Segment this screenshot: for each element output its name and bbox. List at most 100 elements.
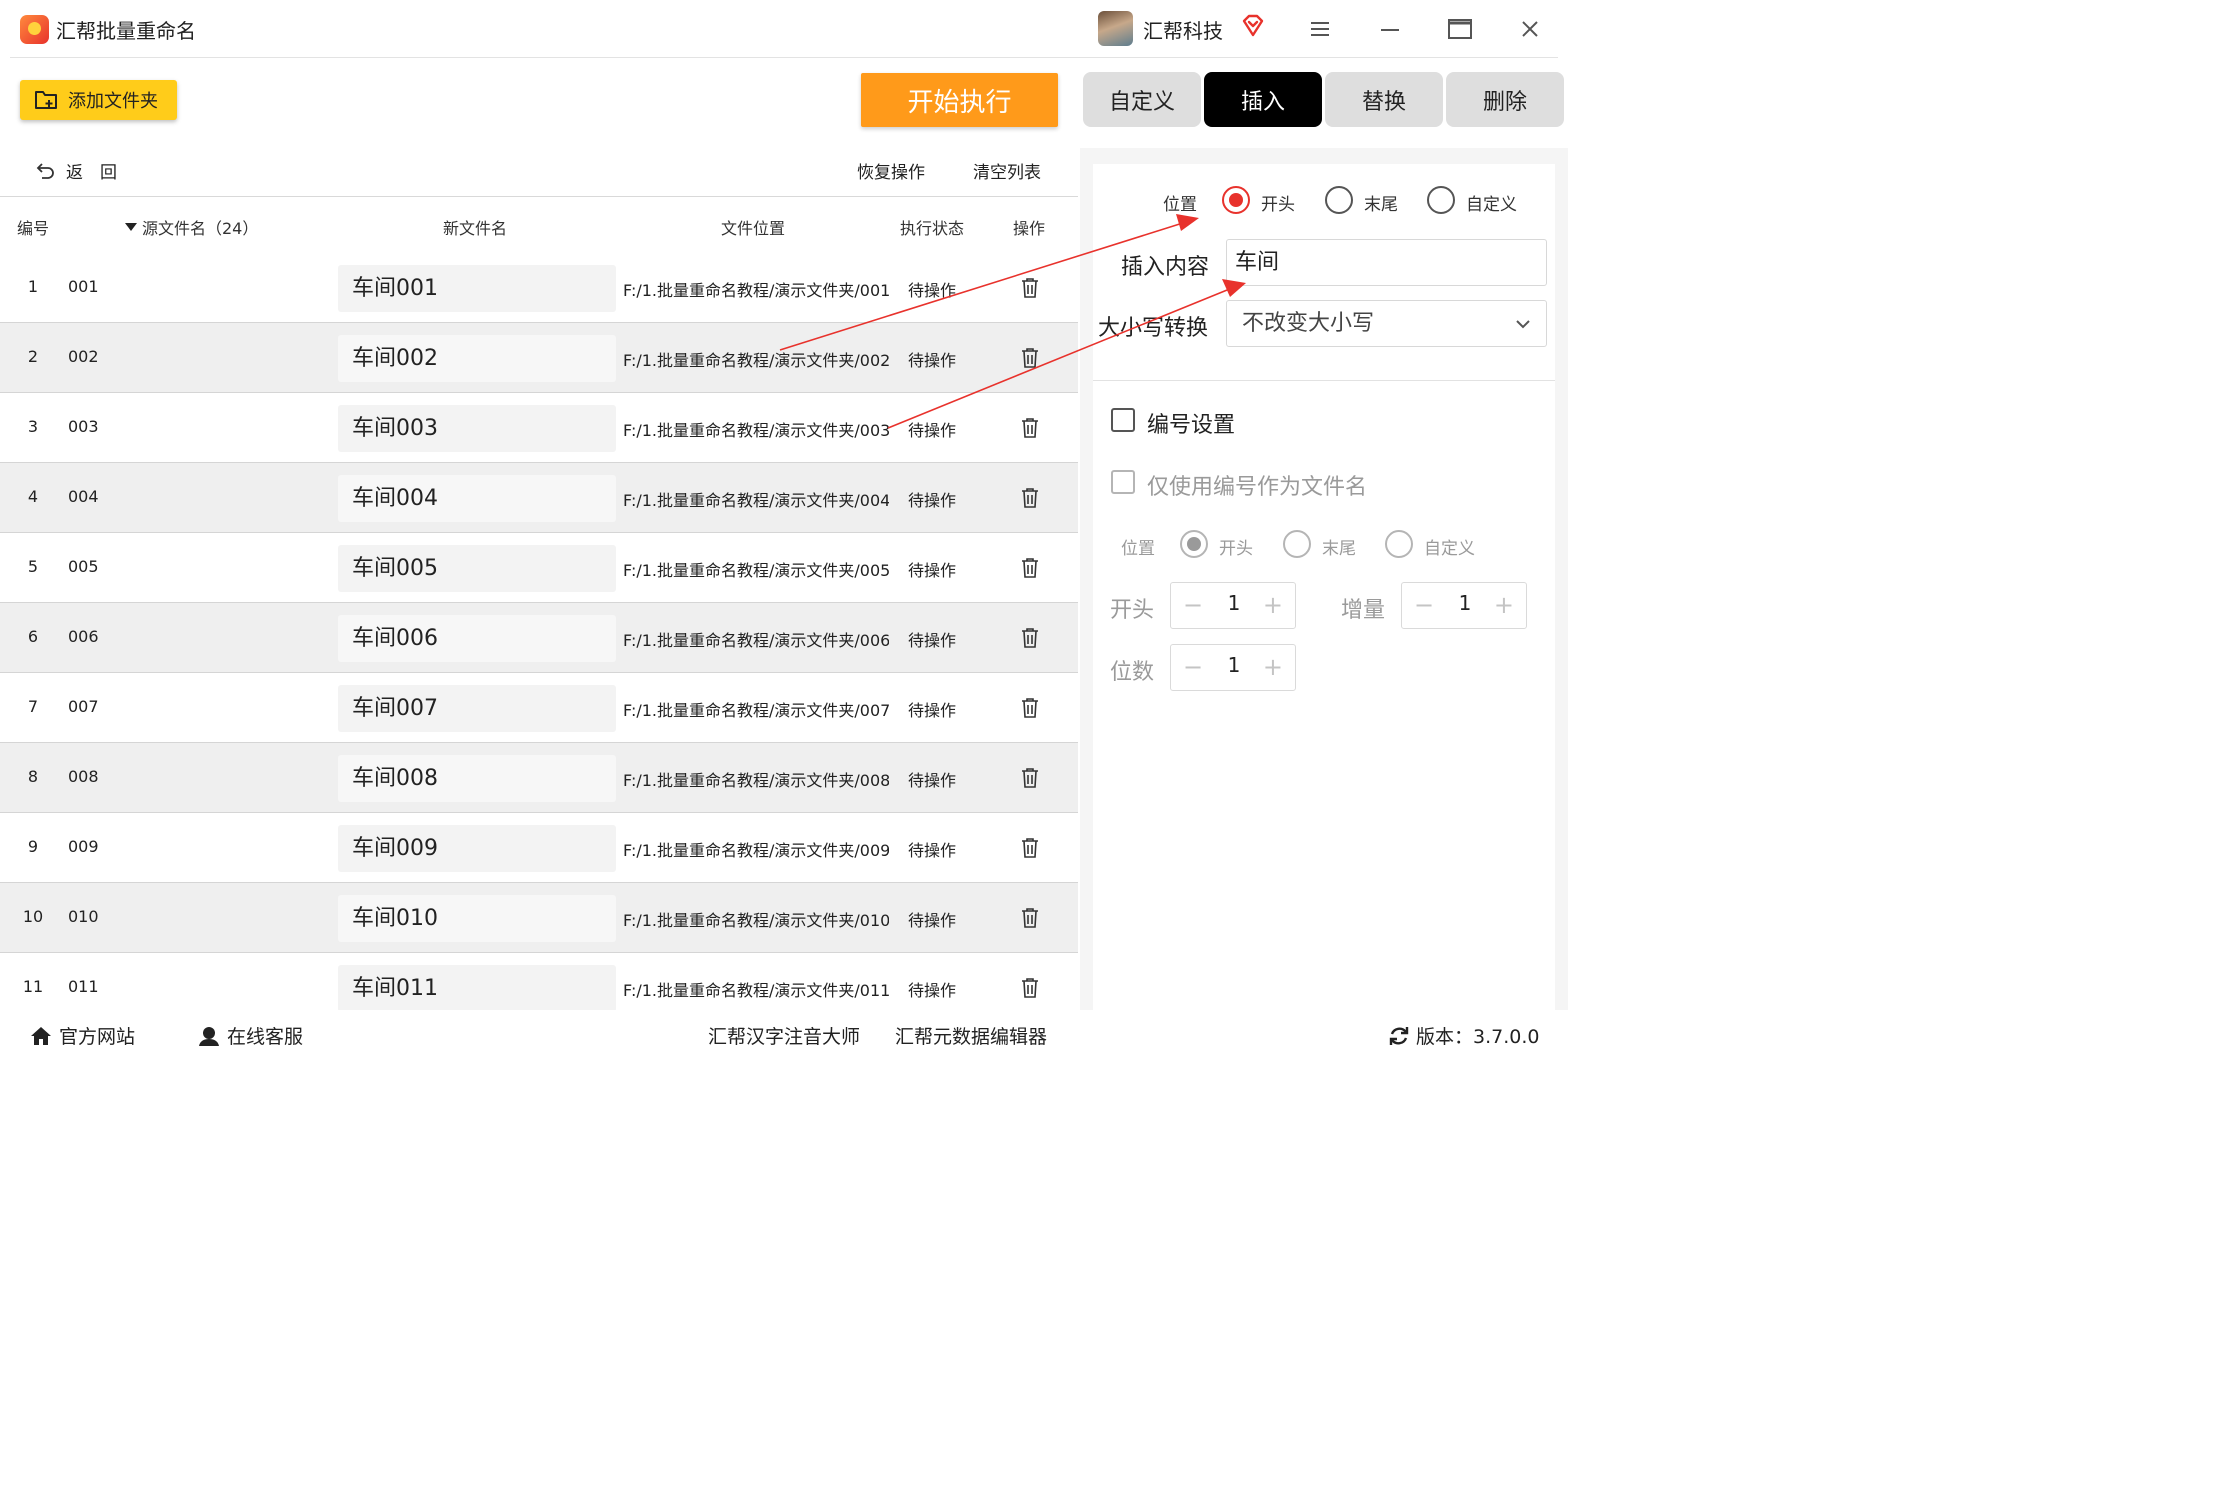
menu-icon[interactable] [1305, 14, 1335, 44]
table-row[interactable]: 11 011 车间011 F:/1.批量重命名教程/演示文件夹/011 待操作 [0, 953, 1078, 1010]
footer-bar: 官方网站 在线客服 汇帮汉字注音大师 汇帮元数据编辑器 版本：3.7.0.0 [0, 1010, 1568, 1056]
account-name[interactable]: 汇帮科技 [1143, 15, 1223, 44]
radio-position-start[interactable] [1222, 186, 1250, 214]
close-icon[interactable] [1515, 14, 1545, 44]
tab-custom[interactable]: 自定义 [1083, 72, 1201, 127]
row-status: 待操作 [908, 421, 957, 440]
numbering-radio-custom[interactable] [1385, 530, 1413, 558]
table-row[interactable]: 7 007 车间007 F:/1.批量重命名教程/演示文件夹/007 待操作 [0, 673, 1078, 743]
clear-list-button[interactable]: 清空列表 [973, 158, 1041, 183]
table-row[interactable]: 10 010 车间010 F:/1.批量重命名教程/演示文件夹/010 待操作 [0, 883, 1078, 953]
col-source[interactable]: 源文件名（24） [124, 215, 258, 239]
row-new-name[interactable]: 车间007 [338, 685, 616, 732]
numbering-radio-end-label: 末尾 [1322, 539, 1356, 559]
digits-stepper[interactable]: − 1 + [1170, 644, 1296, 691]
row-location: F:/1.批量重命名教程/演示文件夹/001 [623, 281, 889, 300]
row-new-name[interactable]: 车间006 [338, 615, 616, 662]
row-location: F:/1.批量重命名教程/演示文件夹/003 [623, 421, 889, 440]
trash-icon[interactable] [1020, 557, 1040, 579]
row-status: 待操作 [908, 491, 957, 510]
minimize-icon[interactable] [1375, 14, 1405, 44]
radio-position-end[interactable] [1325, 186, 1353, 214]
trash-icon[interactable] [1020, 907, 1040, 929]
only-number-checkbox[interactable] [1111, 470, 1135, 494]
row-location: F:/1.批量重命名教程/演示文件夹/009 [623, 841, 889, 860]
row-source-name: 006 [68, 627, 99, 646]
start-value-stepper[interactable]: − 1 + [1170, 582, 1296, 629]
trash-icon[interactable] [1020, 697, 1040, 719]
table-row[interactable]: 6 006 车间006 F:/1.批量重命名教程/演示文件夹/006 待操作 [0, 603, 1078, 673]
insert-content-input[interactable]: 车间 [1226, 239, 1547, 286]
row-source-name: 001 [68, 277, 99, 296]
tab-delete[interactable]: 删除 [1446, 72, 1564, 127]
plus-icon[interactable]: + [1263, 653, 1283, 681]
table-row[interactable]: 4 004 车间004 F:/1.批量重命名教程/演示文件夹/004 待操作 [0, 463, 1078, 533]
file-table: 1 001 车间001 F:/1.批量重命名教程/演示文件夹/001 待操作 2 002 车间… [0, 253, 1078, 1010]
row-new-name[interactable]: 车间001 [338, 265, 616, 312]
start-button[interactable]: 开始执行 [861, 73, 1058, 127]
row-new-name[interactable]: 车间009 [338, 825, 616, 872]
product-link-metadata[interactable]: 汇帮元数据编辑器 [895, 1022, 1047, 1049]
restore-button[interactable]: 恢复操作 [857, 158, 925, 183]
tab-replace[interactable]: 替换 [1325, 72, 1443, 127]
vip-diamond-icon[interactable] [1240, 13, 1266, 39]
row-new-name[interactable]: 车间005 [338, 545, 616, 592]
trash-icon[interactable] [1020, 417, 1040, 439]
row-new-name[interactable]: 车间004 [338, 475, 616, 522]
insert-content-label: 插入内容 [1121, 255, 1210, 280]
numbering-radio-end[interactable] [1283, 530, 1311, 558]
version-label: 版本：3.7.0.0 [1416, 1026, 1540, 1048]
tab-insert[interactable]: 插入 [1204, 72, 1322, 127]
radio-position-custom[interactable] [1427, 186, 1455, 214]
back-label: 返 回 [66, 163, 117, 183]
trash-icon[interactable] [1020, 627, 1040, 649]
row-status: 待操作 [908, 281, 957, 300]
version-info[interactable]: 版本：3.7.0.0 [1388, 1022, 1539, 1049]
numbering-enable-checkbox[interactable] [1111, 408, 1135, 432]
table-row[interactable]: 5 005 车间005 F:/1.批量重命名教程/演示文件夹/005 待操作 [0, 533, 1078, 603]
avatar[interactable] [1098, 11, 1133, 46]
back-button[interactable]: 返 回 [36, 158, 117, 183]
product-link-pinyin[interactable]: 汇帮汉字注音大师 [708, 1022, 860, 1049]
maximize-icon[interactable] [1445, 14, 1475, 44]
online-support-label: 在线客服 [227, 1026, 304, 1048]
row-source-name: 009 [68, 837, 99, 856]
app-title: 汇帮批量重命名 [56, 19, 196, 43]
row-status: 待操作 [908, 351, 957, 370]
table-row[interactable]: 8 008 车间008 F:/1.批量重命名教程/演示文件夹/008 待操作 [0, 743, 1078, 813]
panel-divider [1093, 380, 1555, 381]
plus-icon[interactable]: + [1494, 591, 1514, 619]
row-location: F:/1.批量重命名教程/演示文件夹/007 [623, 701, 889, 720]
row-new-name[interactable]: 车间010 [338, 895, 616, 942]
table-row[interactable]: 1 001 车间001 F:/1.批量重命名教程/演示文件夹/001 待操作 [0, 253, 1078, 323]
table-row[interactable]: 9 009 车间009 F:/1.批量重命名教程/演示文件夹/009 待操作 [0, 813, 1078, 883]
trash-icon[interactable] [1020, 487, 1040, 509]
numbering-radio-start[interactable] [1180, 530, 1208, 558]
increment-label: 增量 [1341, 598, 1386, 623]
trash-icon[interactable] [1020, 347, 1040, 369]
plus-icon[interactable]: + [1263, 591, 1283, 619]
row-location: F:/1.批量重命名教程/演示文件夹/006 [623, 631, 889, 650]
row-source-name: 008 [68, 767, 99, 786]
add-folder-button[interactable]: 添加文件夹 [20, 80, 177, 120]
case-convert-select[interactable]: 不改变大小写 [1226, 300, 1547, 347]
table-row[interactable]: 3 003 车间003 F:/1.批量重命名教程/演示文件夹/003 待操作 [0, 393, 1078, 463]
trash-icon[interactable] [1020, 277, 1040, 299]
row-new-name[interactable]: 车间003 [338, 405, 616, 452]
row-new-name[interactable]: 车间011 [338, 965, 616, 1010]
online-support-link[interactable]: 在线客服 [197, 1022, 303, 1049]
table-row[interactable]: 2 002 车间002 F:/1.批量重命名教程/演示文件夹/002 待操作 [0, 323, 1078, 393]
increment-stepper[interactable]: − 1 + [1401, 582, 1527, 629]
trash-icon[interactable] [1020, 977, 1040, 999]
row-location: F:/1.批量重命名教程/演示文件夹/002 [623, 351, 889, 370]
trash-icon[interactable] [1020, 837, 1040, 859]
row-index: 7 [27, 697, 39, 716]
official-website-link[interactable]: 官方网站 [29, 1022, 135, 1049]
numbering-enable-label: 编号设置 [1147, 413, 1236, 438]
row-status: 待操作 [908, 701, 957, 720]
trash-icon[interactable] [1020, 767, 1040, 789]
numbering-radio-custom-label: 自定义 [1424, 539, 1475, 559]
row-location: F:/1.批量重命名教程/演示文件夹/011 [623, 981, 889, 1000]
row-new-name[interactable]: 车间002 [338, 335, 616, 382]
row-new-name[interactable]: 车间008 [338, 755, 616, 802]
